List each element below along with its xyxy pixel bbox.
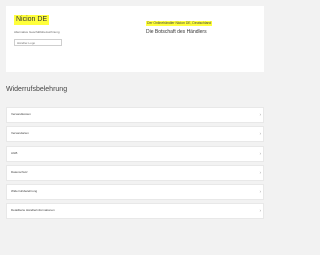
accordion-item-label: Detaillierte Händlerinformationen	[11, 208, 55, 213]
accordion-item-agb[interactable]: AGB ›	[6, 145, 264, 162]
chevron-right-icon: ›	[259, 189, 262, 195]
section-title: Widerrufsbelehrung	[6, 86, 68, 93]
shop-subtitle: Alternative Geschäftsbezeichnung	[14, 30, 60, 34]
shop-name: Nicion DE	[14, 15, 50, 25]
chevron-right-icon: ›	[259, 169, 262, 175]
chevron-right-icon: ›	[259, 208, 262, 214]
logo-alt-text: Händler-Logo	[17, 41, 36, 45]
accordion-item-label: Widerrufsbelehrung	[11, 189, 38, 194]
accordion-item-haendlerinformationen[interactable]: Detaillierte Händlerinformationen ›	[6, 203, 264, 220]
seller-note: Der Onlinehändler Nicion DE, Deutschland	[146, 21, 213, 26]
seller-header-card: Nicion DE Alternative Geschäftsbezeichnu…	[6, 6, 264, 72]
chevron-right-icon: ›	[259, 150, 262, 156]
accordion-item-label: AGB	[11, 150, 18, 155]
chevron-right-icon: ›	[259, 131, 262, 137]
accordion-item-label: Versandkosten	[11, 112, 31, 116]
chevron-right-icon: ›	[259, 112, 262, 117]
accordion-item-widerrufsbelehrung[interactable]: Widerrufsbelehrung ›	[6, 184, 264, 201]
seller-logo: Händler-Logo	[14, 39, 62, 46]
accordion-item-label: Datenschutz	[11, 169, 28, 174]
accordion-item-label: Versandarten	[11, 131, 29, 136]
accordion-item-datenschutz[interactable]: Datenschutz ›	[6, 164, 264, 181]
seller-message: Die Botschaft des Händlers	[146, 29, 207, 35]
accordion-item-versandarten[interactable]: Versandarten ›	[6, 126, 264, 143]
accordion-list: Versandkosten › Versandarten › AGB › Dat…	[6, 107, 264, 223]
accordion-item-versandkosten[interactable]: Versandkosten ›	[6, 107, 264, 123]
